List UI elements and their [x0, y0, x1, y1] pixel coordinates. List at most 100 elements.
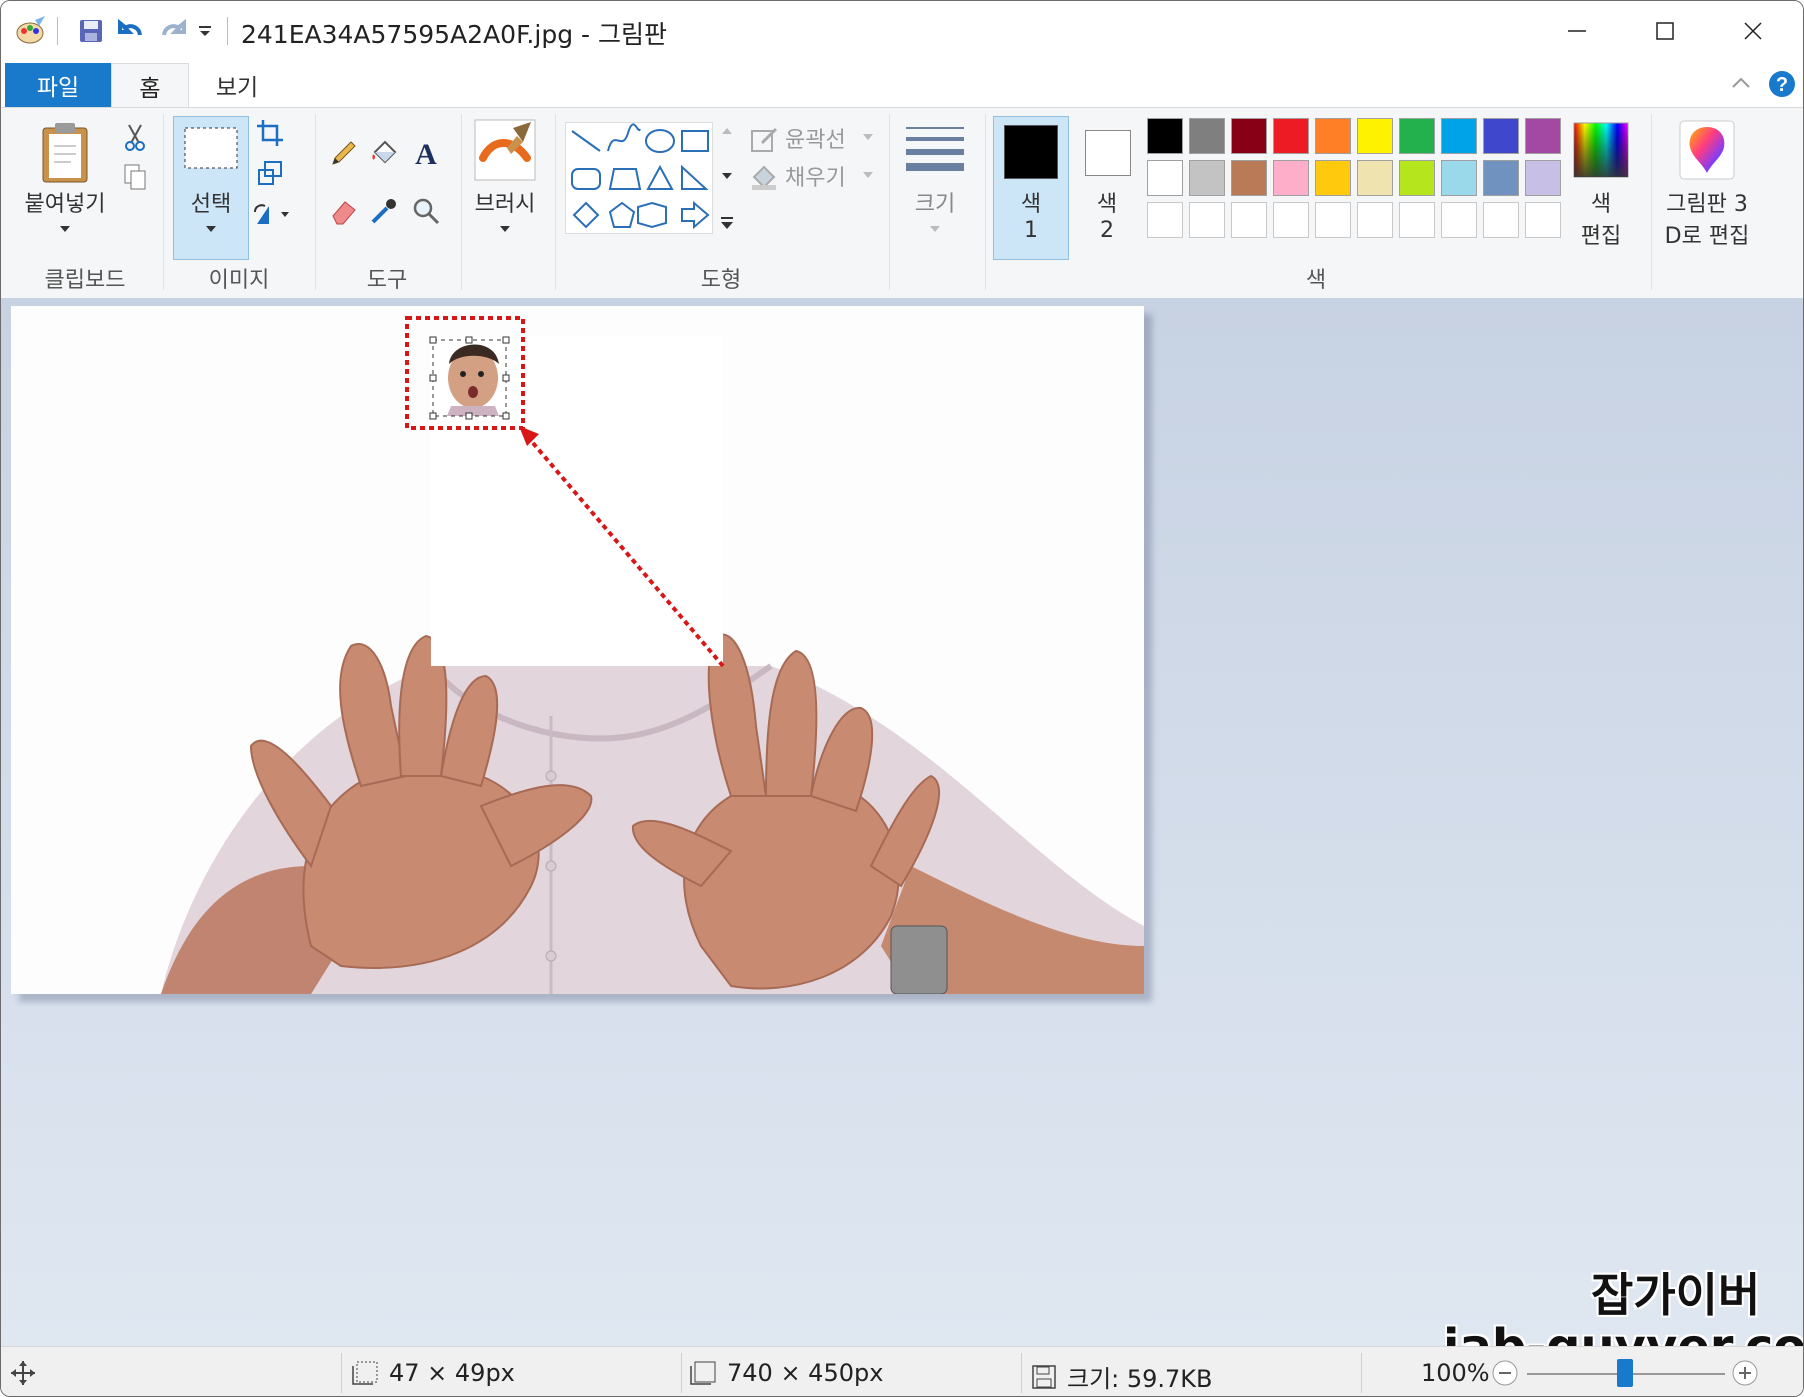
arrow-shape-icon[interactable] — [681, 200, 710, 230]
edit-colors-icon[interactable] — [1571, 120, 1631, 180]
palette-color-swatch[interactable] — [1231, 118, 1267, 154]
curve-shape-icon[interactable] — [607, 123, 641, 152]
canvas-workspace[interactable] — [1, 298, 1803, 1346]
status-divider — [341, 1353, 342, 1393]
clipboard-paste-icon[interactable] — [35, 116, 95, 188]
zoom-in-button[interactable] — [1731, 1359, 1759, 1387]
hexagon-shape-icon[interactable] — [637, 201, 667, 229]
rectangle-shape-icon[interactable] — [681, 130, 709, 152]
palette-color-swatch[interactable] — [1483, 118, 1519, 154]
fill-bucket-icon[interactable] — [367, 136, 401, 170]
palette-color-swatch[interactable] — [1399, 118, 1435, 154]
undo-icon[interactable] — [113, 13, 149, 49]
paste-dropdown-icon[interactable] — [55, 222, 75, 236]
brushes-icon[interactable] — [471, 116, 539, 184]
collapse-ribbon-icon[interactable] — [1727, 69, 1755, 97]
close-button[interactable] — [1709, 1, 1797, 61]
palette-custom-slot[interactable] — [1441, 202, 1477, 238]
palette-color-swatch[interactable] — [1147, 160, 1183, 196]
palette-color-swatch[interactable] — [1273, 118, 1309, 154]
rounded-rectangle-shape-icon[interactable] — [571, 168, 601, 190]
help-icon[interactable]: ? — [1767, 69, 1797, 99]
minimize-button[interactable] — [1533, 1, 1621, 61]
fill-icon[interactable] — [749, 162, 779, 192]
palette-custom-slot[interactable] — [1231, 202, 1267, 238]
copy-icon[interactable] — [121, 162, 149, 192]
size-dropdown-icon[interactable] — [925, 222, 945, 236]
resize-icon[interactable] — [255, 158, 285, 188]
tab-view[interactable]: 보기 — [197, 63, 277, 107]
palette-color-swatch[interactable] — [1525, 118, 1561, 154]
maximize-icon — [1656, 22, 1674, 40]
group-divider — [985, 114, 986, 290]
palette-color-swatch[interactable] — [1357, 118, 1393, 154]
palette-custom-slot[interactable] — [1399, 202, 1435, 238]
palette-color-swatch[interactable] — [1441, 160, 1477, 196]
color2-label[interactable]: 색 — [1067, 186, 1147, 218]
polygon-shape-icon[interactable] — [608, 168, 642, 190]
size-lines-icon[interactable] — [903, 120, 967, 176]
outline-dropdown-icon[interactable] — [861, 130, 875, 144]
customize-quick-access-icon[interactable] — [195, 13, 215, 49]
palette-color-swatch[interactable] — [1357, 160, 1393, 196]
palette-color-swatch[interactable] — [1483, 160, 1519, 196]
scroll-up-icon[interactable] — [721, 126, 733, 136]
outline-button[interactable]: 윤곽선 — [785, 122, 865, 154]
maximize-button[interactable] — [1621, 1, 1709, 61]
palette-color-swatch[interactable] — [1315, 160, 1351, 196]
palette-color-swatch[interactable] — [1525, 160, 1561, 196]
palette-custom-slot[interactable] — [1273, 202, 1309, 238]
palette-custom-slot[interactable] — [1525, 202, 1561, 238]
tab-home[interactable]: 홈 — [111, 63, 189, 108]
triangle-shape-icon[interactable] — [646, 164, 674, 190]
palette-custom-slot[interactable] — [1315, 202, 1351, 238]
palette-color-swatch[interactable] — [1189, 160, 1225, 196]
edit-colors-label[interactable]: 색 — [1561, 186, 1641, 218]
scroll-down-icon[interactable] — [721, 171, 733, 181]
palette-color-swatch[interactable] — [1189, 118, 1225, 154]
pentagon-shape-icon[interactable] — [608, 201, 636, 228]
zoom-slider-thumb[interactable] — [1617, 1359, 1633, 1387]
image-canvas[interactable] — [11, 306, 1144, 994]
group-divider — [889, 114, 890, 290]
color2-swatch[interactable] — [1085, 130, 1131, 176]
text-tool-icon[interactable]: A — [409, 136, 443, 170]
fill-button[interactable]: 채우기 — [785, 160, 865, 192]
redo-icon[interactable] — [155, 13, 191, 49]
rotate-icon[interactable] — [251, 200, 295, 230]
outline-icon[interactable] — [749, 124, 779, 154]
tab-file[interactable]: 파일 — [5, 63, 111, 107]
color-picker-icon[interactable] — [367, 194, 401, 228]
magnifier-icon[interactable] — [409, 194, 443, 228]
palette-color-swatch[interactable] — [1441, 118, 1477, 154]
cut-icon[interactable] — [121, 122, 149, 152]
palette-color-swatch[interactable] — [1147, 118, 1183, 154]
pencil-icon[interactable] — [327, 136, 361, 170]
shapes-scroll[interactable] — [713, 126, 741, 230]
oval-shape-icon[interactable] — [645, 129, 675, 153]
palette-custom-slot[interactable] — [1189, 202, 1225, 238]
palette-color-swatch[interactable] — [1399, 160, 1435, 196]
shapes-expand-icon[interactable] — [720, 216, 734, 230]
diamond-shape-icon[interactable] — [572, 201, 600, 229]
crop-icon[interactable] — [255, 118, 285, 148]
save-icon[interactable] — [73, 13, 109, 49]
palette-custom-slot[interactable] — [1483, 202, 1519, 238]
palette-custom-slot[interactable] — [1147, 202, 1183, 238]
eraser-icon[interactable] — [327, 194, 361, 228]
size-button[interactable]: 크기 — [895, 186, 975, 218]
palette-color-swatch[interactable] — [1231, 160, 1267, 196]
palette-custom-slot[interactable] — [1357, 202, 1393, 238]
paint-app-icon[interactable] — [13, 13, 49, 49]
brushes-dropdown-icon[interactable] — [495, 222, 515, 236]
palette-color-swatch[interactable] — [1315, 118, 1351, 154]
line-shape-icon[interactable] — [571, 130, 601, 152]
zoom-out-button[interactable] — [1491, 1359, 1519, 1387]
select-dropdown-icon[interactable] — [201, 222, 221, 236]
fill-dropdown-icon[interactable] — [861, 168, 875, 182]
palette-color-swatch[interactable] — [1273, 160, 1309, 196]
right-triangle-shape-icon[interactable] — [681, 164, 709, 190]
paint3d-button[interactable]: 그림판 3 — [1653, 186, 1761, 218]
paste-button[interactable]: 붙여넣기 — [15, 186, 115, 218]
paint3d-icon[interactable] — [1677, 118, 1737, 182]
